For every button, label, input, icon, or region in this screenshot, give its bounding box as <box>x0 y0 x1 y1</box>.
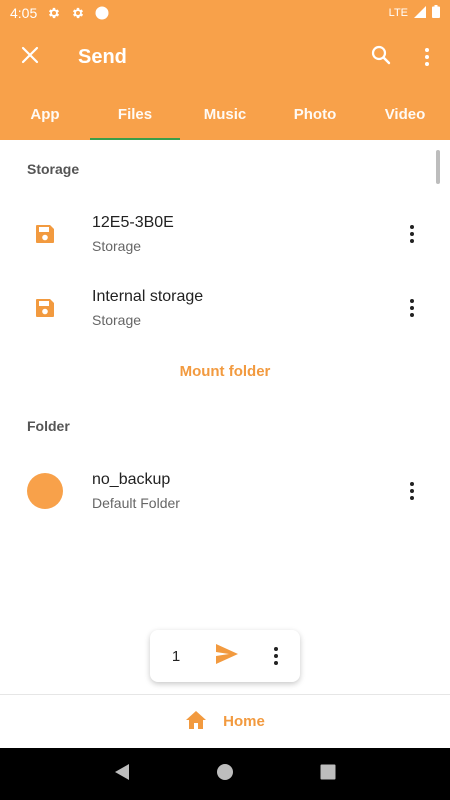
signal-icon <box>414 5 426 21</box>
status-bar: 4:05 LTE <box>0 0 450 26</box>
scrollbar[interactable] <box>436 150 440 184</box>
status-right: LTE <box>389 5 440 21</box>
home-nav-label: Home <box>223 713 265 730</box>
settings-icon <box>71 6 85 20</box>
close-icon <box>21 46 39 69</box>
selected-count: 1 <box>171 647 181 665</box>
tab-video[interactable]: Video <box>360 88 450 140</box>
mount-folder-button[interactable]: Mount folder <box>0 363 450 380</box>
tab-photo[interactable]: Photo <box>270 88 360 140</box>
more-vert-icon <box>410 225 414 243</box>
bottom-nav: Home <box>0 694 450 748</box>
page-title: Send <box>78 45 127 68</box>
home-system-button[interactable] <box>205 754 245 794</box>
send-button[interactable] <box>202 630 252 682</box>
tab-music[interactable]: Music <box>180 88 270 140</box>
search-button[interactable] <box>358 26 404 88</box>
sd-storage-icon <box>0 297 92 319</box>
folder-subtitle: Default Folder <box>92 495 180 511</box>
list-item-internal-storage[interactable]: Internal storage Storage <box>0 271 450 345</box>
close-button[interactable] <box>0 26 60 88</box>
battery-icon <box>432 5 440 21</box>
list-item-storage-sd[interactable]: 12E5-3B0E Storage <box>0 197 450 271</box>
more-vert-icon <box>274 647 278 665</box>
network-label: LTE <box>388 7 408 19</box>
search-icon <box>371 45 391 70</box>
list-item-folder[interactable]: no_backup Default Folder <box>0 454 450 528</box>
sd-storage-icon <box>0 223 92 245</box>
item-more-button[interactable] <box>374 284 450 332</box>
selection-bar: 1 <box>150 630 300 682</box>
tab-bar: App Files Music Photo Video <box>0 88 450 140</box>
item-more-button[interactable] <box>374 210 450 258</box>
back-button[interactable] <box>102 754 142 794</box>
circle-notification-icon <box>95 6 109 20</box>
send-icon <box>215 643 239 670</box>
overflow-menu-button[interactable] <box>404 26 450 88</box>
more-vert-icon <box>410 299 414 317</box>
folder-circle-icon <box>0 473 92 509</box>
toolbar-actions <box>358 26 450 88</box>
toolbar: Send <box>0 26 450 88</box>
file-list[interactable]: Storage 12E5-3B0E Storage Internal stora… <box>0 140 450 694</box>
tab-app[interactable]: App <box>0 88 90 140</box>
storage-name: 12E5-3B0E <box>92 214 174 231</box>
tab-files[interactable]: Files <box>90 88 180 140</box>
recents-button[interactable] <box>308 754 348 794</box>
status-time: 4:05 <box>10 5 38 21</box>
folder-name: no_backup <box>92 471 171 488</box>
section-header-storage: Storage <box>27 161 80 177</box>
home-circle-icon <box>216 763 234 786</box>
storage-subtitle: Storage <box>92 312 142 328</box>
selection-more-button[interactable] <box>252 630 300 682</box>
section-header-folder: Folder <box>27 418 70 434</box>
settings-icon <box>47 6 61 20</box>
storage-subtitle: Storage <box>92 238 142 254</box>
app-bar: 4:05 LTE Send App Files Music Photo Vide… <box>0 0 450 140</box>
more-vert-icon <box>425 48 429 66</box>
back-icon <box>114 763 130 786</box>
home-nav-item[interactable]: Home <box>185 710 265 734</box>
system-navigation-bar <box>0 748 450 800</box>
storage-name: Internal storage <box>92 288 204 305</box>
recents-icon <box>320 764 336 785</box>
more-vert-icon <box>410 482 414 500</box>
home-icon <box>185 710 207 734</box>
item-more-button[interactable] <box>374 467 450 515</box>
